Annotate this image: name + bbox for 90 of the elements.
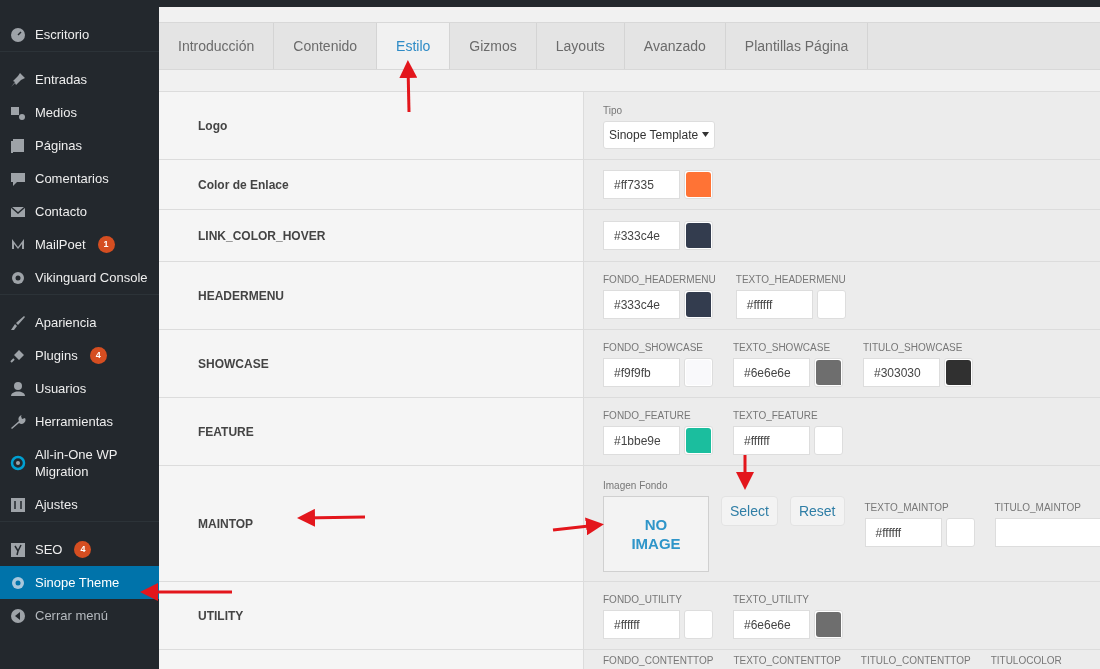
field-label: Tipo	[603, 103, 624, 118]
input-field[interactable]: #f9f9fb	[603, 358, 680, 387]
annotation-arrow	[297, 508, 366, 527]
menu-item[interactable]: Herramientas	[0, 405, 159, 438]
field-label: TITULO_MAINTOP	[994, 501, 1082, 515]
select-field[interactable]: Sinope Template	[603, 120, 716, 149]
input-field[interactable]: #ffffff	[864, 518, 942, 547]
color-swatch[interactable]	[684, 358, 713, 387]
menu-item[interactable]: Medios	[0, 96, 159, 129]
image-button[interactable]: Reset	[789, 496, 845, 526]
input-field[interactable]: #333c4e	[603, 221, 680, 250]
setting-name: MAINTOP	[198, 515, 254, 533]
field-label: FONDO_HEADERMENU	[603, 273, 716, 287]
field-label: TITULOCOLOR	[990, 654, 1062, 668]
count-badge: 4	[89, 347, 107, 364]
color-swatch[interactable]	[684, 426, 713, 455]
annotation-arrow	[552, 517, 604, 536]
setting-name: UTILITY	[198, 607, 244, 625]
menu-item[interactable]: Ajustes	[0, 488, 159, 521]
field-label: FONDO_CONTENTTOP	[603, 654, 714, 668]
annotation-arrow	[399, 60, 418, 113]
field-label: TEXTO_HEADERMENU	[735, 273, 846, 287]
setting-name: Logo	[198, 117, 228, 135]
menu-item[interactable]: MailPoet 1	[0, 228, 159, 261]
menu-item[interactable]: Plugins 4	[0, 339, 159, 372]
field-label: FONDO_UTILITY	[603, 593, 683, 607]
pages-icon	[10, 137, 26, 154]
input-field[interactable]: #ffffff	[733, 426, 810, 455]
menu-item[interactable]: Contacto	[0, 195, 159, 228]
menu-item[interactable]: Páginas	[0, 129, 159, 162]
annotation-arrow	[736, 455, 754, 490]
color-swatch[interactable]	[945, 518, 975, 547]
media-icon	[10, 104, 26, 121]
pin-icon	[10, 71, 26, 88]
menu-item[interactable]: Comentarios	[0, 162, 159, 195]
input-field[interactable]: #ff7335	[603, 170, 680, 199]
tab[interactable]: Avanzado	[624, 23, 726, 69]
count-badge: 4	[74, 541, 92, 558]
color-swatch[interactable]	[816, 290, 846, 319]
field-label: TITULO_CONTENTTOP	[860, 654, 971, 668]
field-label: FONDO_FEATURE	[603, 409, 692, 423]
color-swatch[interactable]	[684, 290, 713, 319]
field-label: FONDO_SHOWCASE	[603, 341, 704, 355]
tab[interactable]: Introducción	[159, 23, 275, 69]
input-field[interactable]: #6e6e6e	[733, 610, 810, 639]
menu-item[interactable]: Vikinguard Console	[0, 261, 159, 294]
color-swatch[interactable]	[944, 358, 973, 387]
field-label: TEXTO_MAINTOP	[864, 501, 950, 515]
tab[interactable]: Gizmos	[450, 23, 537, 69]
color-swatch[interactable]	[814, 426, 843, 455]
menu-item[interactable]: Sinope Theme	[0, 566, 159, 599]
dashboard-icon	[10, 26, 26, 43]
input-field[interactable]: #ffffff	[735, 290, 813, 319]
plug-icon	[10, 347, 26, 364]
input-field[interactable]: #6e6e6e	[733, 358, 810, 387]
caret-icon	[702, 132, 710, 137]
image-button[interactable]: Select	[721, 496, 778, 526]
count-badge: 1	[97, 236, 115, 253]
input-field[interactable]: #ffffff	[603, 610, 680, 639]
field-label: TEXTO_CONTENTTOP	[733, 654, 841, 668]
field-label: TEXTO_UTILITY	[733, 593, 810, 607]
setting-name: Color de Enlace	[198, 176, 289, 194]
field-label: TITULO_SHOWCASE	[863, 341, 964, 355]
color-swatch[interactable]	[684, 170, 713, 199]
color-swatch[interactable]	[814, 358, 843, 387]
setting-name: LINK_COLOR_HOVER	[198, 227, 326, 245]
wrench-icon	[10, 413, 26, 430]
setting-name: SHOWCASE	[198, 355, 269, 373]
menu-item[interactable]: Entradas	[0, 51, 159, 96]
input-field[interactable]: #1bbe9e	[603, 426, 680, 455]
field-label: Imagen Fondo	[603, 479, 669, 493]
menu-item[interactable]: Escritorio	[0, 18, 159, 51]
tab[interactable]: Layouts	[536, 23, 625, 69]
menu-item[interactable]: Cerrar menú	[0, 599, 159, 632]
field-label: TEXTO_FEATURE	[733, 409, 819, 423]
user-icon	[10, 380, 26, 397]
color-swatch[interactable]	[684, 221, 713, 250]
tab[interactable]: Plantillas Página	[725, 23, 869, 69]
field-label: TEXTO_SHOWCASE	[733, 341, 832, 355]
input-field[interactable]	[994, 518, 1100, 547]
comment-icon	[10, 170, 26, 187]
input-field[interactable]: #333c4e	[603, 290, 680, 319]
setting-name: HEADERMENU	[198, 287, 284, 305]
menu-item[interactable]: Usuarios	[0, 372, 159, 405]
brush-icon	[10, 314, 26, 331]
color-swatch[interactable]	[814, 610, 843, 639]
input-field[interactable]: #303030	[863, 358, 940, 387]
setting-name: FEATURE	[198, 423, 254, 441]
menu-item[interactable]: All-in-One WP Migration	[0, 438, 159, 488]
color-swatch[interactable]	[684, 610, 713, 639]
